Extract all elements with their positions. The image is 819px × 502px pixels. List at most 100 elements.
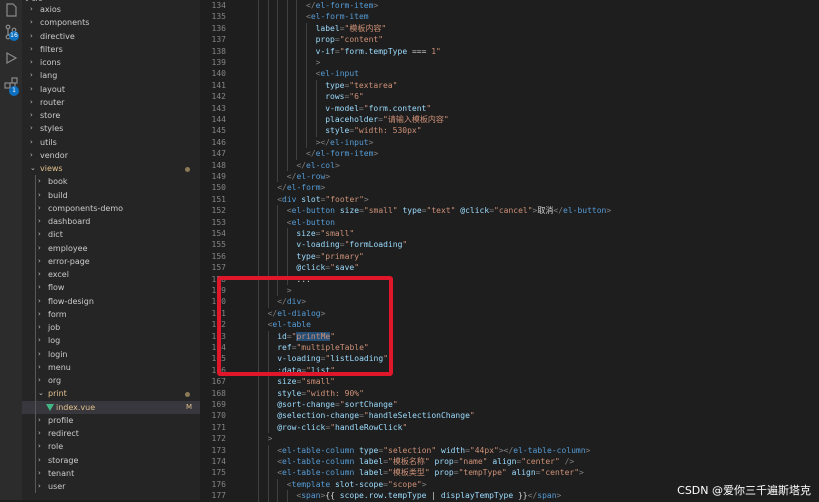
code-line[interactable]: v-model="form.content" bbox=[325, 103, 431, 114]
tree-folder-lang[interactable]: › lang bbox=[22, 69, 200, 82]
code-line[interactable]: </el-col> bbox=[296, 160, 339, 171]
tree-folder-utils[interactable]: › utils bbox=[22, 136, 200, 149]
tree-folder-role[interactable]: › role bbox=[22, 440, 200, 454]
tree-folder-styles[interactable]: › styles bbox=[22, 122, 200, 135]
tree-folder-log[interactable]: › log bbox=[22, 334, 200, 348]
tree-folder-icons[interactable]: › icons bbox=[22, 56, 200, 69]
code-line[interactable]: <template slot-scope="scope"> bbox=[287, 479, 427, 490]
code-line[interactable]: <el-table-column type="selection" width=… bbox=[277, 445, 590, 456]
tree-folder-directive[interactable]: › directive bbox=[22, 30, 200, 43]
tree-folder-redirect[interactable]: › redirect bbox=[22, 427, 200, 441]
code-line[interactable]: </el-form> bbox=[277, 182, 325, 193]
code-line[interactable]: prop="content" bbox=[316, 34, 383, 45]
tree-folder-storage[interactable]: › storage bbox=[22, 453, 200, 467]
code-token: > bbox=[363, 194, 369, 204]
tree-folder-print[interactable]: ⌄ print bbox=[22, 387, 200, 401]
tree-folder-menu[interactable]: › menu bbox=[22, 360, 200, 374]
tree-folder-user[interactable]: › user bbox=[22, 480, 200, 494]
run-debug-icon[interactable] bbox=[3, 50, 19, 66]
code-line[interactable]: <el-form-item bbox=[306, 11, 369, 22]
code-token: handleRowClick bbox=[335, 422, 403, 432]
code-line[interactable]: size="small" bbox=[277, 376, 335, 387]
tree-folder-dashboard[interactable]: › dashboard bbox=[22, 215, 200, 229]
tree-folder-build[interactable]: › build bbox=[22, 188, 200, 202]
code-token: "模板类型" bbox=[388, 468, 430, 478]
code-token: @selection-change bbox=[277, 411, 360, 421]
code-line[interactable]: </el-form-item> bbox=[306, 148, 378, 159]
code-line[interactable]: size="small" bbox=[296, 228, 354, 239]
indent-guide bbox=[296, 102, 298, 114]
code-line[interactable]: @row-click="handleRowClick" bbox=[277, 422, 407, 433]
code-line[interactable]: v-loading="formLoading" bbox=[296, 239, 407, 250]
tree-folder-flow[interactable]: › flow bbox=[22, 281, 200, 295]
code-line[interactable]: style="width: 530px" bbox=[325, 125, 421, 136]
indent-guide bbox=[258, 148, 259, 160]
code-line[interactable]: @click="save" bbox=[296, 262, 359, 273]
code-token: template bbox=[291, 479, 331, 489]
watermark: CSDN @爱你三千遍斯塔克 bbox=[677, 484, 811, 497]
indent-guide bbox=[277, 125, 279, 137]
indent-guide bbox=[286, 239, 288, 251]
tree-item-label: excel bbox=[48, 270, 69, 279]
tree-folder-axios[interactable]: › axios bbox=[22, 3, 200, 16]
indent-guide bbox=[267, 467, 269, 479]
files-icon[interactable] bbox=[3, 2, 19, 18]
tree-folder-dict[interactable]: › dict bbox=[22, 228, 200, 242]
tree-folder-org[interactable]: › org bbox=[22, 374, 200, 388]
tree-folder-store[interactable]: › store bbox=[22, 109, 200, 122]
tree-file-index-vue[interactable]: index.vue M bbox=[22, 400, 200, 414]
code-token: /> bbox=[564, 457, 575, 466]
code-line[interactable]: rows="6" bbox=[325, 91, 364, 102]
code-line[interactable]: <el-table-column label="模板名称" prop="name… bbox=[277, 456, 574, 467]
tree-folder-views[interactable]: ⌄ views bbox=[22, 162, 200, 175]
code-line[interactable]: v-if="form.tempType === 1" bbox=[316, 46, 441, 57]
tree-folder-router[interactable]: › router bbox=[22, 96, 200, 109]
tree-folder-components[interactable]: › components bbox=[22, 16, 200, 29]
tree-folder-filters[interactable]: › filters bbox=[22, 43, 200, 56]
code-token: div bbox=[282, 194, 297, 204]
line-number: 135 bbox=[211, 12, 226, 22]
tree-folder-form[interactable]: › form bbox=[22, 307, 200, 321]
code-line[interactable]: <el-button size="small" type="text" @cli… bbox=[287, 205, 611, 216]
tree-folder-job[interactable]: › job bbox=[22, 321, 200, 335]
code-line[interactable]: placeholder="请输入模板内容" bbox=[325, 114, 448, 125]
line-number: 138 bbox=[211, 46, 226, 56]
indent-guide bbox=[277, 205, 279, 217]
tree-folder-layout[interactable]: › layout bbox=[22, 83, 200, 96]
tree-folder-tenant[interactable]: › tenant bbox=[22, 466, 200, 480]
tree-folder-excel[interactable]: › excel bbox=[22, 268, 200, 282]
code-line[interactable]: type="primary" bbox=[296, 251, 363, 262]
tree-folder-book[interactable]: › book bbox=[22, 175, 200, 189]
tree-item-label: filters bbox=[40, 44, 63, 54]
tree-folder-vendor[interactable]: › vendor bbox=[22, 149, 200, 162]
code-line[interactable]: @selection-change="handleSelectionChange… bbox=[277, 410, 475, 421]
indent-guide bbox=[315, 79, 317, 92]
tree-folder-profile[interactable]: › profile bbox=[22, 413, 200, 427]
code-line[interactable]: style="width: 90%" bbox=[277, 388, 364, 399]
indent-guide bbox=[267, 262, 269, 274]
tree-folder-error-page[interactable]: › error-page bbox=[22, 254, 200, 268]
code-line[interactable]: <div slot="footer"> bbox=[277, 194, 369, 205]
tree-folder-employee[interactable]: › employee bbox=[22, 241, 200, 255]
code-line[interactable]: </el-form-item> bbox=[306, 0, 378, 11]
code-token: v-model bbox=[325, 103, 359, 113]
code-line[interactable]: <el-table-column label="模板类型" prop="temp… bbox=[277, 467, 584, 478]
tree-folder-components-demo[interactable]: › components-demo bbox=[22, 201, 200, 215]
tree-folder-flow-design[interactable]: › flow-design bbox=[22, 294, 200, 308]
code-line[interactable]: type="textarea" bbox=[325, 80, 397, 91]
code-editor[interactable]: 134 </el-form-item> 135 <el-form-item 136 lab… bbox=[200, 0, 819, 502]
code-line[interactable]: <el-input bbox=[316, 68, 359, 79]
code-line[interactable]: label="模板内容" bbox=[316, 23, 387, 34]
indent-guide bbox=[267, 159, 269, 171]
code-line[interactable]: > bbox=[268, 433, 273, 444]
code-line[interactable]: </el-row> bbox=[287, 171, 330, 182]
indent-guide bbox=[277, 159, 279, 171]
code-token: span bbox=[301, 491, 321, 501]
indent-guide bbox=[277, 478, 279, 491]
code-line[interactable]: <el-button bbox=[287, 217, 335, 228]
code-line[interactable]: > bbox=[316, 57, 321, 68]
code-line[interactable]: @sort-change="sortChange" bbox=[277, 399, 397, 410]
code-line[interactable]: ></el-input> bbox=[316, 137, 374, 148]
tree-folder-login[interactable]: › login bbox=[22, 347, 200, 361]
code-token: | bbox=[426, 491, 441, 501]
